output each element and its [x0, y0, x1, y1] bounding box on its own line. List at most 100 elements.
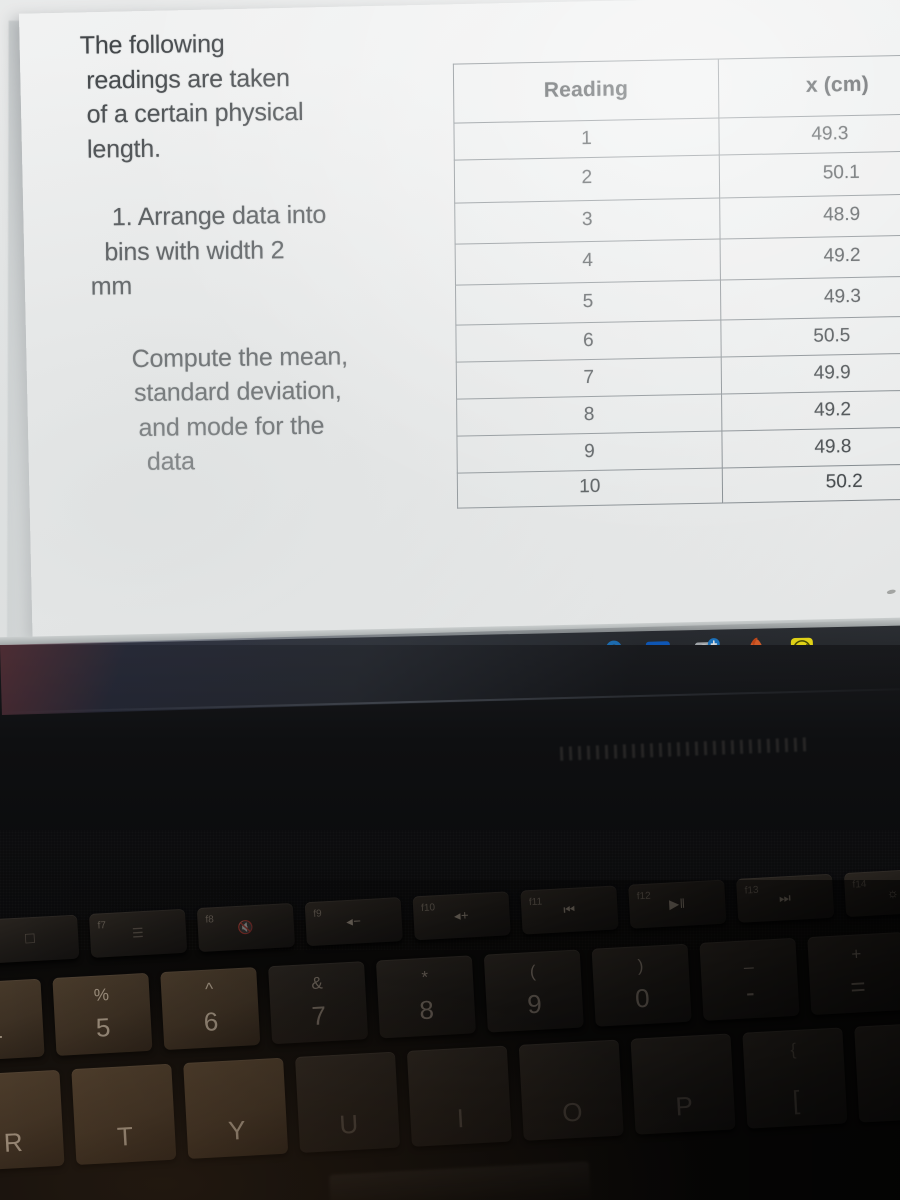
cell-reading: 4 — [455, 239, 721, 286]
key-8-label: 8 — [418, 994, 435, 1026]
key-bracket-right[interactable]: }] — [854, 1021, 900, 1123]
compute-line-3: and mode for the — [138, 411, 325, 442]
key-5[interactable]: % 5 — [52, 972, 153, 1056]
key-o-label: O — [561, 1096, 584, 1128]
cell-reading: 10 — [457, 468, 723, 509]
key-o[interactable]: O — [518, 1039, 624, 1141]
intro-line-2: readings are taken — [86, 63, 290, 95]
key-4[interactable]: $4 — [0, 978, 45, 1062]
cell-x-value: 49.2 — [721, 389, 900, 432]
intro-line-4: length. — [86, 134, 161, 164]
key-y[interactable]: Y — [183, 1057, 289, 1159]
compute-line-2: standard deviation, — [133, 376, 342, 408]
key-f8-mute-fn-label: f8 — [205, 914, 215, 926]
cell-x-value: 49.8 — [721, 426, 900, 469]
key-next-track-glyph: ⏭ — [778, 889, 792, 906]
key-bracket-left[interactable]: {[ — [742, 1027, 848, 1129]
key-f11-previous-track[interactable]: f11 ⏮ — [520, 885, 619, 935]
cell-x-value: 49.3 — [718, 113, 900, 156]
key-f6-glyph: ☐ — [23, 930, 37, 947]
key-9-shift-label: ( — [529, 961, 537, 982]
table-header-row: Reading x (cm) — [453, 54, 900, 124]
task-paragraph: 1. Arrange data into bins with width 2 m… — [91, 196, 443, 304]
key-y-label: Y — [227, 1114, 247, 1146]
cell-x-value: 48.9 — [719, 193, 900, 240]
cell-reading: 6 — [455, 320, 721, 363]
key-u[interactable]: U — [295, 1051, 401, 1153]
key-5-shift-label: % — [93, 985, 110, 1005]
key-9-label: 9 — [526, 988, 543, 1020]
key-next-track[interactable]: f13 ⏭ — [736, 873, 835, 923]
key-f12-play-pause[interactable]: f12 ▶‖ — [628, 879, 727, 929]
key-equals-label: = — [849, 971, 867, 1002]
cell-x-value: 49.3 — [720, 275, 900, 321]
key-r-label: R — [3, 1126, 24, 1158]
task-line-1: 1. Arrange data into — [111, 200, 327, 232]
key-t-label: T — [116, 1120, 134, 1152]
key-0-label: 0 — [634, 982, 651, 1014]
key-9[interactable]: (9 — [483, 949, 584, 1033]
cell-x-value: 49.9 — [720, 352, 900, 395]
key-7-shift-label: & — [310, 973, 324, 994]
intro-line-3: of a certain physical — [86, 97, 304, 129]
key-brightness[interactable]: f14 ☼ — [843, 867, 900, 918]
key-f9-volume-down-fn-label: f9 — [313, 908, 322, 920]
key-p-label: P — [674, 1090, 694, 1122]
key-bracket-left-label: [ — [791, 1084, 801, 1116]
key-f9-volume-down[interactable]: f9 ◂− — [304, 897, 403, 947]
key-8-shift-label: * — [421, 967, 429, 988]
key-6-label: 6 — [202, 1006, 220, 1037]
key-f9-volume-down-glyph: ◂− — [345, 913, 362, 930]
key-r[interactable]: R — [0, 1069, 65, 1172]
slide-text-block: The following readings are taken of a ce… — [80, 24, 446, 506]
readings-table: Reading x (cm) 1 49.3 2 50.1 3 48.9 4 49.2 5 49.3… — [453, 54, 900, 509]
key-0[interactable]: ) 0 — [591, 943, 692, 1027]
dust-speck — [886, 588, 897, 595]
table-body: 1 49.3 2 50.1 3 48.9 4 49.2 5 49.3 6 50.5 7 49.9 8 49.2… — [453, 113, 900, 509]
key-7[interactable]: & 7 — [268, 961, 369, 1045]
key-brightness-fn-label: f14 — [852, 878, 867, 891]
key-i[interactable]: I — [406, 1045, 512, 1147]
intro-line-1: The following — [79, 29, 225, 60]
cell-reading: 8 — [456, 394, 722, 437]
key-t[interactable]: T — [71, 1063, 177, 1166]
compute-line-4: data — [146, 447, 195, 476]
laptop-photo-scene: The following readings are taken of a ce… — [0, 0, 900, 1200]
key-f7-fn-label: f7 — [97, 920, 107, 932]
laptop-keyboard: f6☐f7☰f8🔇f9◂−f10◂+f11⏮f12▶‖f13⏭f14☼f15≡ … — [0, 844, 900, 1200]
key-minus-label: - — [745, 977, 756, 1008]
presentation-slide: The following readings are taken of a ce… — [18, 0, 900, 639]
key-minus[interactable]: _ - — [699, 937, 800, 1021]
intro-paragraph: The following readings are taken of a ce… — [80, 24, 442, 166]
compute-line-1: Compute the mean, — [131, 341, 348, 373]
key-5-label: 5 — [95, 1011, 112, 1043]
key-f12-play-pause-glyph: ▶‖ — [668, 895, 686, 912]
key-f8-mute-glyph: 🔇 — [237, 919, 255, 935]
cell-reading: 5 — [455, 280, 721, 326]
key-minus-shift-label: _ — [743, 950, 754, 970]
key-f10-volume-up[interactable]: f10 ◂+ — [412, 891, 511, 941]
key-8[interactable]: * 8 — [375, 955, 476, 1039]
key-f6[interactable]: f6☐ — [0, 914, 80, 964]
column-header-x: x (cm) — [718, 54, 900, 119]
readings-table-wrapper: Reading x (cm) 1 49.3 2 50.1 3 48.9 4 49.2 5 49.3… — [453, 54, 900, 509]
key-f7[interactable]: f7 ☰ — [88, 908, 188, 958]
key-f11-previous-track-fn-label: f11 — [528, 896, 543, 909]
key-equals-shift-label: + — [850, 944, 862, 964]
key-equals[interactable]: + = — [807, 931, 900, 1016]
key-i-label: I — [456, 1102, 465, 1134]
key-6[interactable]: ^ 6 — [160, 967, 261, 1051]
key-brightness-glyph: ☼ — [886, 884, 900, 901]
key-p[interactable]: P — [630, 1033, 736, 1135]
cell-reading: 1 — [453, 118, 719, 161]
cell-x-value: 50.2 — [721, 463, 900, 504]
cell-reading: 2 — [454, 155, 720, 204]
laptop-screen: The following readings are taken of a ce… — [0, 0, 900, 690]
key-next-track-fn-label: f13 — [744, 884, 759, 897]
key-f8-mute[interactable]: f8 🔇 — [196, 902, 296, 953]
cell-x-value: 50.1 — [718, 150, 900, 199]
key-f10-volume-up-fn-label: f10 — [420, 902, 436, 914]
cell-x-value: 49.2 — [719, 234, 900, 281]
compute-paragraph: Compute the mean, standard deviation, an… — [131, 338, 445, 480]
key-f12-play-pause-fn-label: f12 — [636, 890, 652, 903]
